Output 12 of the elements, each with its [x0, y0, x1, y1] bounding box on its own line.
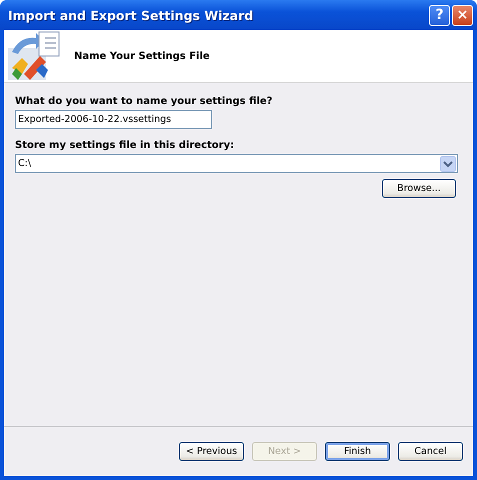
wizard-button[interactable]: < Previous: [179, 442, 244, 461]
help-button[interactable]: ?: [429, 4, 450, 26]
window-title: Import and Export Settings Wizard: [8, 8, 254, 22]
wizard-button[interactable]: Cancel: [398, 442, 463, 461]
wizard-button[interactable]: Finish: [325, 442, 390, 461]
page-title: Name Your Settings File: [74, 50, 210, 62]
browse-button[interactable]: Browse...: [382, 179, 456, 198]
field-label: Store my settings file in this directory:: [15, 140, 236, 151]
field-label: What do you want to name your settings file?: [15, 96, 274, 107]
close-button[interactable]: ×: [452, 4, 473, 26]
directory-combo[interactable]: C:\: [15, 154, 458, 173]
filename-field[interactable]: Exported-2006-10-22.vssettings: [15, 110, 212, 129]
